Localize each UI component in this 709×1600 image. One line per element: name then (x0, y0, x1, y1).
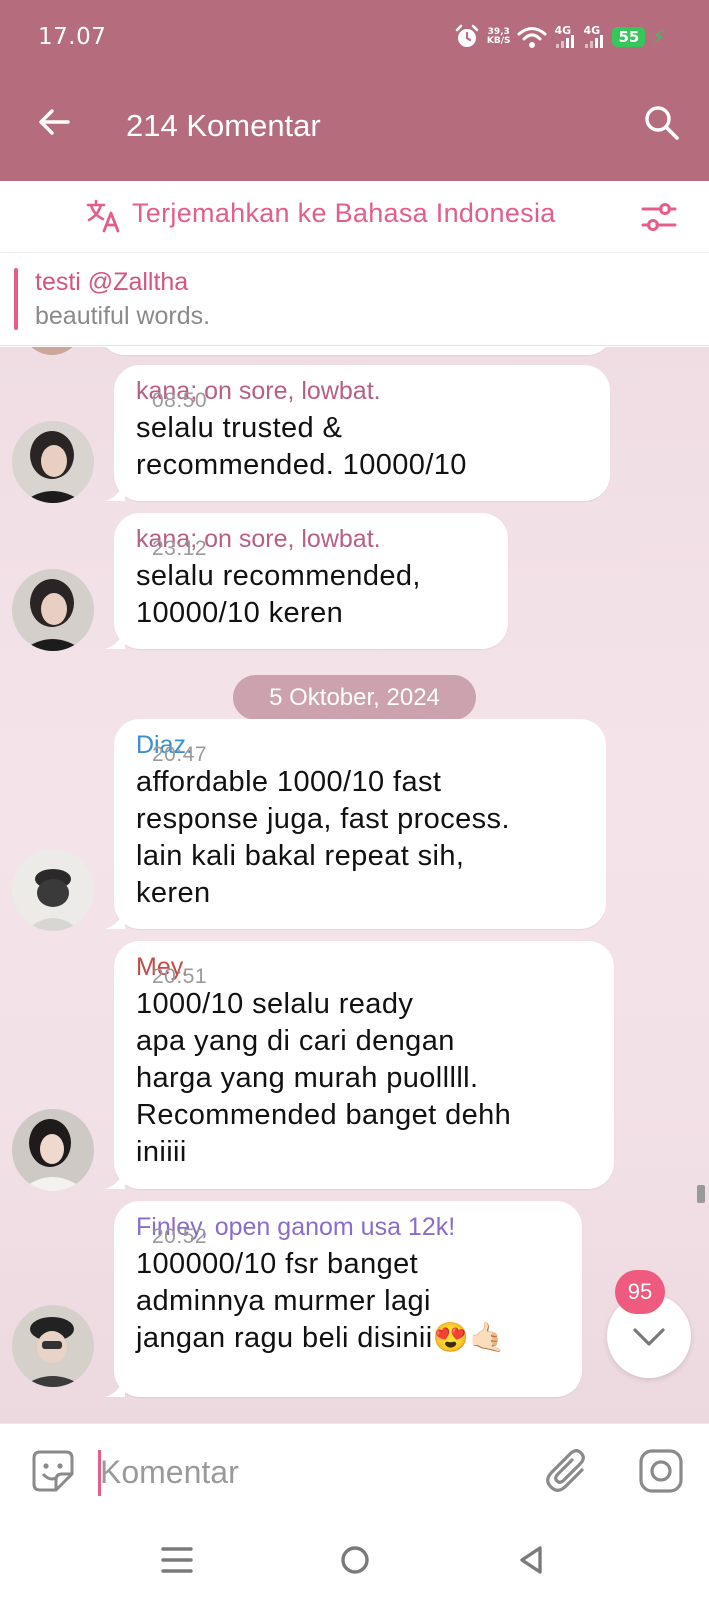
avatar-partial[interactable] (20, 347, 84, 355)
avatar[interactable] (12, 1305, 94, 1387)
title-bar: 214 Komentar (0, 90, 709, 160)
home-icon[interactable] (338, 1543, 372, 1577)
signal-1-icon: 4G (554, 24, 576, 48)
avatar[interactable] (12, 849, 94, 931)
chevron-down-icon (633, 1328, 665, 1346)
message-time: 08:50 (152, 389, 208, 412)
battery-indicator: 55 (612, 27, 646, 47)
net-speed: 39,3 KB/S (487, 28, 511, 46)
message-bubble[interactable]: kana; on sore, lowbat. selalu recommende… (105, 513, 508, 649)
message-time: 20:47 (152, 743, 208, 766)
sticker-icon[interactable] (30, 1448, 76, 1494)
search-icon[interactable] (641, 102, 681, 142)
unread-badge[interactable]: 95 (615, 1270, 665, 1314)
app-header: 17.07 39,3 KB/S 4G 4G 55 ⚡ 214 Komentar (0, 0, 709, 181)
status-icons: 39,3 KB/S 4G 4G 55 ⚡ (454, 24, 665, 50)
settings-sliders-icon[interactable] (639, 197, 679, 237)
camera-icon[interactable] (638, 1448, 684, 1494)
translate-bar[interactable]: Terjemahkan ke Bahasa Indonesia (0, 181, 709, 253)
wifi-icon (517, 27, 547, 48)
signal-2-icon: 4G (583, 24, 605, 48)
message-bubble[interactable]: Diaz. affordable 1000/10 fast response j… (105, 719, 606, 929)
pinned-title: testi @Zalltha (35, 268, 189, 296)
status-bar: 17.07 39,3 KB/S 4G 4G 55 ⚡ (0, 0, 709, 78)
pinned-text: beautiful words. (35, 302, 211, 330)
scrollbar-thumb[interactable] (697, 1185, 705, 1203)
message-bubble[interactable]: Mey. 1000/10 selalu ready apa yang di ca… (105, 941, 614, 1189)
avatar[interactable] (12, 569, 94, 651)
recents-icon[interactable] (160, 1545, 194, 1575)
charging-icon: ⚡ (652, 26, 665, 48)
net-speed-unit: KB/S (486, 36, 511, 46)
pinned-message[interactable]: testi @Zalltha beautiful words. (0, 254, 709, 346)
page-title: 214 Komentar (126, 108, 321, 143)
attach-icon[interactable] (546, 1448, 590, 1496)
chat-area[interactable]: kana; on sore, lowbat. selalu trusted & … (0, 347, 709, 1423)
comment-input[interactable] (100, 1444, 520, 1500)
message-time: 20:52 (152, 1225, 208, 1248)
status-time: 17.07 (38, 24, 107, 50)
system-nav-bar (0, 1523, 709, 1600)
message-bubble[interactable]: Finley, open ganom usa 12k! 100000/10 fs… (105, 1201, 582, 1397)
message-time: 23:12 (152, 537, 208, 560)
translate-label[interactable]: Terjemahkan ke Bahasa Indonesia (132, 198, 556, 229)
back-arrow-icon[interactable] (34, 102, 74, 142)
translate-icon (86, 199, 120, 233)
avatar[interactable] (12, 421, 94, 503)
nav-back-icon[interactable] (516, 1543, 546, 1577)
comment-composer (0, 1423, 709, 1523)
avatar[interactable] (12, 1109, 94, 1191)
alarm-icon (455, 24, 479, 47)
message-time: 20:51 (152, 965, 208, 988)
message-bubble-partial[interactable] (100, 347, 612, 355)
date-separator: 5 Oktober, 2024 (233, 675, 476, 720)
message-bubble[interactable]: kana; on sore, lowbat. selalu trusted & … (105, 365, 610, 501)
pinned-accent-bar (14, 268, 18, 330)
